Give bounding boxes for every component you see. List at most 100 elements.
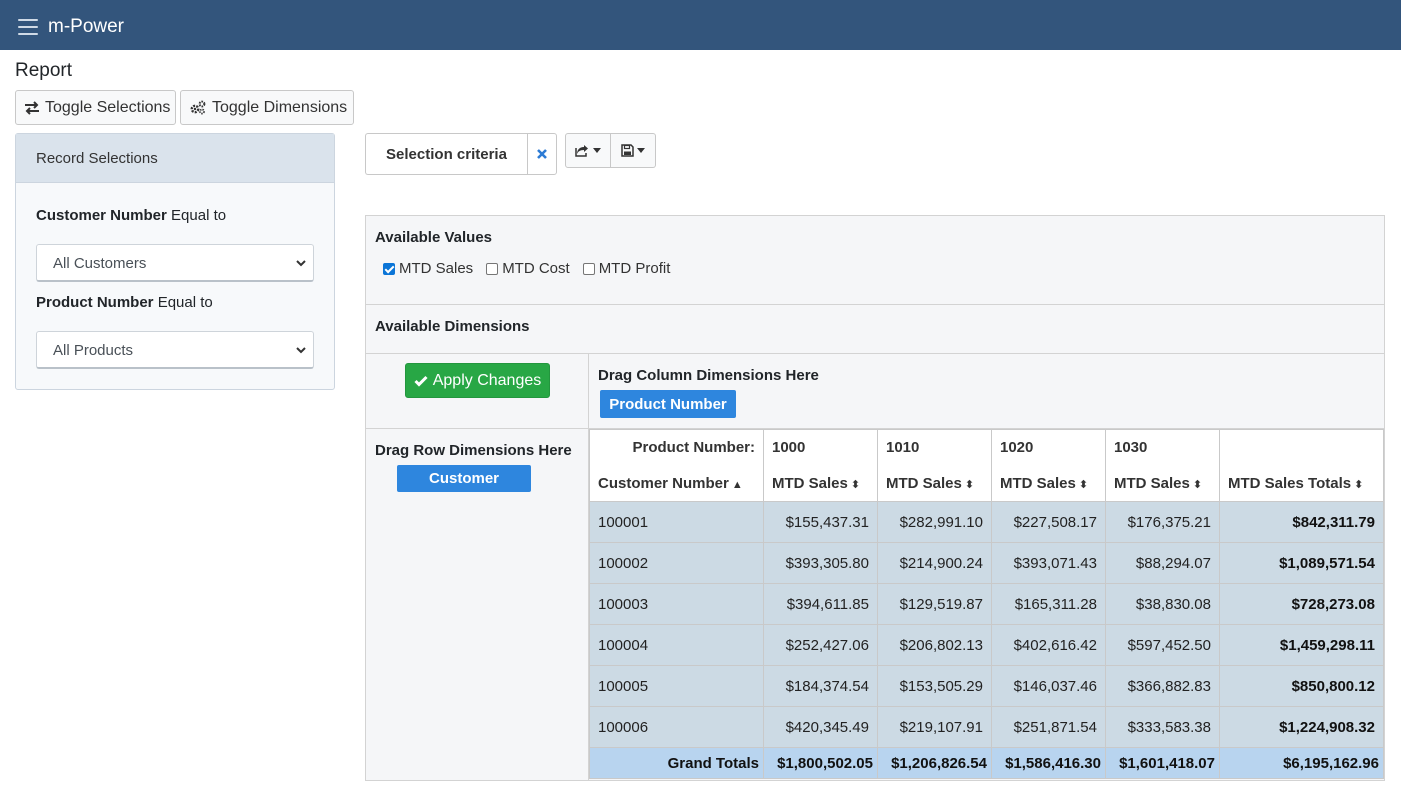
value-option-label: MTD Sales [399, 260, 474, 277]
sort-asc-icon[interactable]: ▲ [732, 479, 743, 491]
value-checkboxes: MTD Sales MTD Cost MTD Profit [383, 260, 670, 277]
customer-cell: 100005 [589, 665, 764, 707]
product-column-header: 1000 [763, 429, 878, 466]
checkbox-mtd-cost[interactable] [486, 262, 499, 275]
sort-icon[interactable]: ⬍ [1079, 479, 1088, 491]
table-row: 100002 $393,305.80 $214,900.24 $393,071.… [589, 542, 1384, 584]
toggle-dimensions-button[interactable]: Toggle Dimensions [180, 90, 354, 125]
value-cell: $282,991.10 [877, 501, 992, 543]
toggle-dimensions-label: Toggle Dimensions [212, 98, 348, 116]
measure-header-label: MTD Sales [1000, 474, 1076, 492]
row-dropzone-title: Drag Row Dimensions Here [375, 442, 572, 459]
value-option-mtd-cost[interactable]: MTD Cost [486, 260, 570, 277]
grand-total-overall-cell: $6,195,162.96 [1219, 747, 1384, 779]
value-cell: $227,508.17 [991, 501, 1106, 543]
column-dimensions-dropzone[interactable]: Drag Column Dimensions Here Product Numb… [589, 354, 1384, 429]
value-cell: $214,900.24 [877, 542, 992, 584]
selection-criteria-group: Selection criteria [365, 133, 557, 175]
value-cell: $38,830.08 [1105, 583, 1220, 625]
sort-icon[interactable]: ⬍ [851, 479, 860, 491]
customer-cell: 100001 [589, 501, 764, 543]
row-total-cell: $1,224,908.32 [1219, 706, 1384, 748]
product-number-label: Product Number Equal to [36, 294, 213, 311]
measure-column-header[interactable]: MTD Sales ⬍ [763, 465, 878, 502]
checkbox-mtd-profit[interactable] [582, 262, 595, 275]
apply-changes-label: Apply Changes [432, 371, 542, 389]
value-cell: $129,519.87 [877, 583, 992, 625]
checkbox-mtd-sales[interactable] [383, 262, 395, 275]
pivot-table: Product Number: 1000 1010 1020 1030 Cust… [589, 429, 1384, 779]
value-cell: $597,452.50 [1105, 624, 1220, 666]
selection-criteria-button[interactable]: Selection criteria [365, 133, 527, 175]
row-total-cell: $850,800.12 [1219, 665, 1384, 707]
apply-changes-button[interactable]: Apply Changes [405, 363, 550, 398]
value-option-mtd-profit[interactable]: MTD Profit [582, 260, 671, 277]
customer-cell: 100003 [589, 583, 764, 625]
value-cell: $146,037.46 [991, 665, 1106, 707]
hamburger-icon[interactable] [18, 19, 38, 35]
grand-total-cell: $1,586,416.30 [991, 747, 1106, 779]
gears-icon [190, 100, 206, 115]
record-selections-panel: Record Selections Customer Number Equal … [15, 133, 335, 390]
customer-number-field-name: Customer Number [36, 207, 167, 224]
column-dropzone-title: Drag Column Dimensions Here [598, 367, 819, 384]
value-cell: $394,611.85 [763, 583, 878, 625]
grand-totals-row: Grand Totals $1,800,502.05 $1,206,826.54… [589, 747, 1384, 779]
measure-column-header[interactable]: MTD Sales ⬍ [1105, 465, 1220, 502]
totals-header-spacer [1219, 429, 1384, 466]
value-cell: $393,305.80 [763, 542, 878, 584]
exchange-arrows-icon [25, 100, 39, 115]
row-dimension-chip[interactable]: Customer [397, 465, 531, 492]
toggle-selections-button[interactable]: Toggle Selections [15, 90, 176, 125]
sort-icon[interactable]: ⬍ [965, 479, 974, 491]
close-icon [537, 149, 547, 159]
customer-cell: 100002 [589, 542, 764, 584]
caret-down-icon [593, 148, 601, 153]
sort-icon[interactable]: ⬍ [1193, 479, 1202, 491]
value-option-label: MTD Profit [598, 260, 671, 277]
apply-cell: Apply Changes [366, 354, 589, 429]
value-cell: $88,294.07 [1105, 542, 1220, 584]
value-cell: $165,311.28 [991, 583, 1106, 625]
value-cell: $393,071.43 [991, 542, 1106, 584]
value-cell: $153,505.29 [877, 665, 992, 707]
available-dimensions-title: Available Dimensions [375, 318, 530, 335]
customer-number-select[interactable]: All Customers [36, 244, 314, 282]
criteria-clear-button[interactable] [527, 133, 557, 175]
totals-column-header[interactable]: MTD Sales Totals ⬍ [1219, 465, 1384, 502]
measure-column-header[interactable]: MTD Sales ⬍ [877, 465, 992, 502]
row-dimensions-dropzone[interactable]: Drag Row Dimensions Here Customer [366, 429, 589, 780]
row-total-cell: $1,089,571.54 [1219, 542, 1384, 584]
value-cell: $366,882.83 [1105, 665, 1220, 707]
value-option-mtd-sales[interactable]: MTD Sales [383, 260, 473, 277]
column-dimension-chip[interactable]: Product Number [600, 390, 736, 418]
product-number-operator: Equal to [157, 294, 213, 311]
export-dropdown-button[interactable] [565, 133, 611, 168]
floppy-disk-icon [621, 144, 634, 157]
row-total-cell: $728,273.08 [1219, 583, 1384, 625]
value-cell: $402,616.42 [991, 624, 1106, 666]
customer-number-operator: Equal to [171, 207, 227, 224]
available-dimensions-section: Available Dimensions [366, 305, 1384, 354]
value-cell: $251,871.54 [991, 706, 1106, 748]
record-selections-title: Record Selections [16, 134, 334, 183]
check-icon [414, 375, 428, 387]
grand-totals-label: Grand Totals [589, 747, 764, 779]
product-number-select[interactable]: All Products [36, 331, 314, 369]
chevron-down-icon [296, 347, 306, 354]
app-title[interactable]: m-Power [48, 16, 124, 38]
value-cell: $252,427.06 [763, 624, 878, 666]
share-icon [575, 145, 588, 157]
sort-icon[interactable]: ⬍ [1354, 479, 1363, 491]
toggle-selections-label: Toggle Selections [45, 98, 171, 116]
product-column-header: 1010 [877, 429, 992, 466]
available-values-title: Available Values [375, 229, 493, 246]
measure-column-header[interactable]: MTD Sales ⬍ [991, 465, 1106, 502]
caret-down-icon [637, 148, 645, 153]
value-cell: $206,802.13 [877, 624, 992, 666]
customer-number-label: Customer Number Equal to [36, 207, 226, 224]
chevron-down-icon [296, 260, 306, 267]
customer-number-column-header[interactable]: Customer Number ▲ [589, 465, 764, 502]
table-row: 100001 $155,437.31 $282,991.10 $227,508.… [589, 501, 1384, 543]
save-dropdown-button[interactable] [611, 133, 656, 168]
